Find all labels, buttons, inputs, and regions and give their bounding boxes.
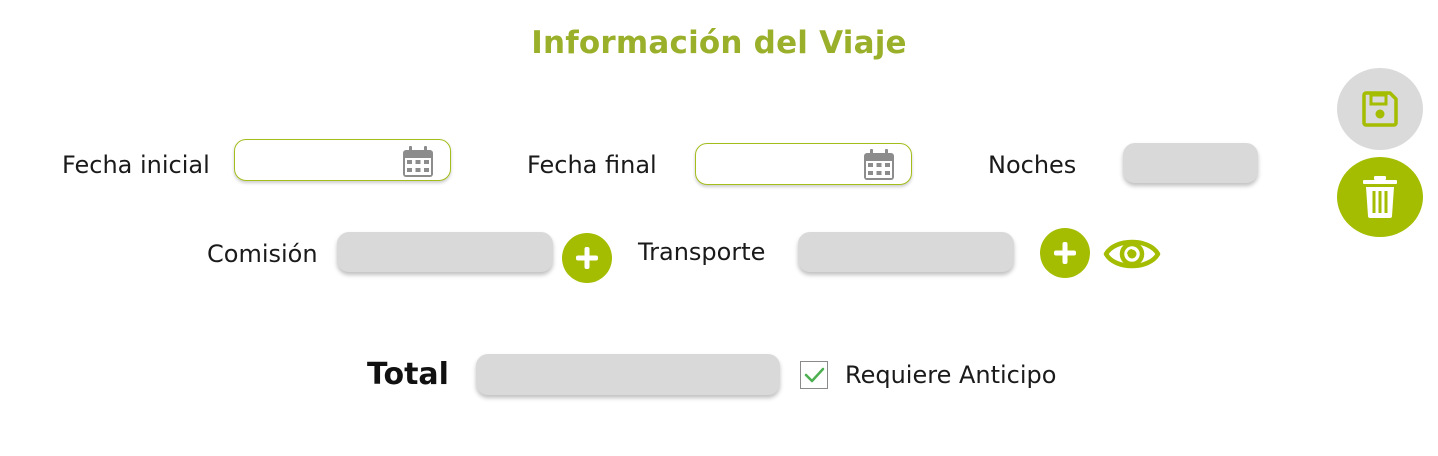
check-icon	[804, 367, 825, 383]
calendar-icon[interactable]	[401, 145, 435, 179]
transporte-input[interactable]	[798, 232, 1014, 272]
plus-icon	[576, 247, 598, 269]
plus-icon	[1054, 242, 1076, 264]
requiere-anticipo-checkbox[interactable]	[800, 361, 828, 389]
transporte-label: Transporte	[638, 238, 766, 266]
save-button[interactable]	[1337, 68, 1423, 150]
trash-icon	[1363, 176, 1397, 218]
fecha-final-input[interactable]	[695, 143, 912, 185]
fecha-final-label: Fecha final	[527, 151, 657, 179]
comision-label: Comisión	[207, 240, 318, 268]
trip-info-form: Información del Viaje Fecha inicial Fech…	[0, 0, 1438, 456]
noches-label: Noches	[988, 151, 1077, 179]
total-label: Total	[367, 357, 449, 392]
total-input[interactable]	[476, 354, 780, 395]
add-comision-button[interactable]	[562, 233, 612, 283]
save-icon	[1362, 91, 1398, 127]
delete-button[interactable]	[1337, 157, 1423, 237]
calendar-icon[interactable]	[862, 148, 896, 182]
fecha-inicial-label: Fecha inicial	[62, 151, 210, 179]
noches-input[interactable]	[1123, 143, 1258, 183]
comision-input[interactable]	[337, 232, 553, 272]
add-transporte-button[interactable]	[1040, 228, 1090, 278]
requiere-anticipo-label: Requiere Anticipo	[845, 361, 1057, 389]
fecha-inicial-input[interactable]	[234, 139, 451, 181]
page-title: Información del Viaje	[531, 25, 907, 61]
eye-icon[interactable]	[1103, 232, 1161, 276]
